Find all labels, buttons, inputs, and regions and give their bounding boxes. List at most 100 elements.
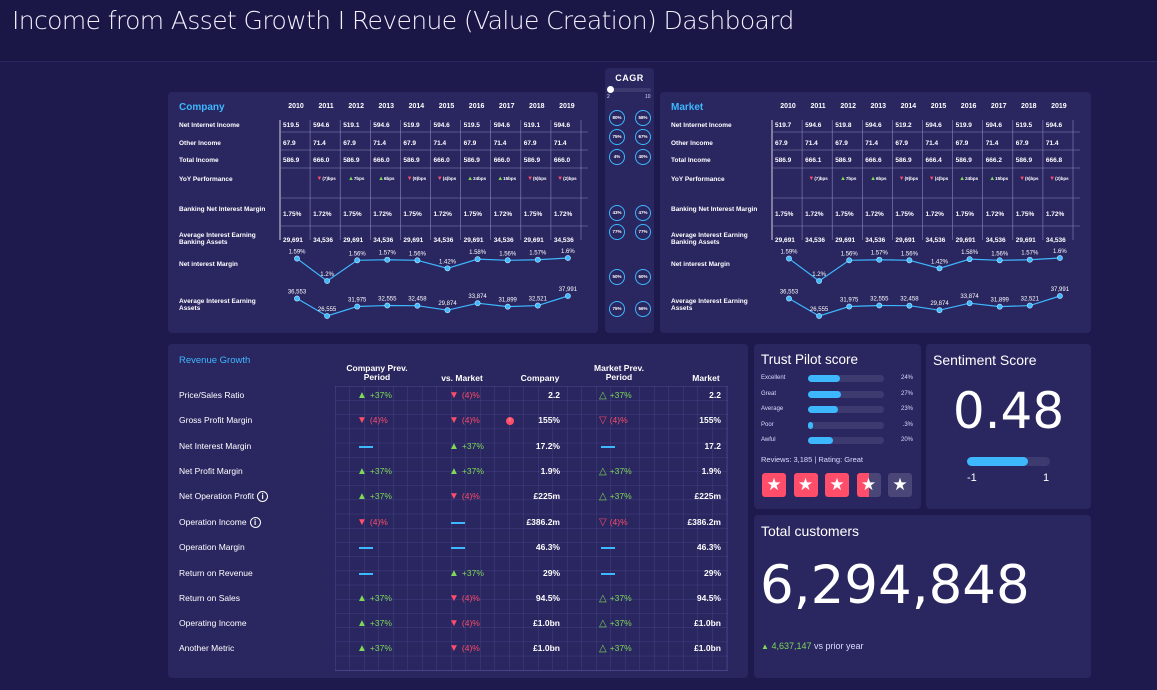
up-arrow-icon: ▲ — [761, 642, 769, 651]
year-header: 2013 — [870, 103, 887, 110]
data-point — [966, 300, 973, 307]
table-cell: 67.9 — [775, 140, 788, 147]
yoy-value: 6bps — [876, 176, 887, 181]
market-value: 1.9% — [701, 466, 721, 476]
table-cell: 586.9 — [955, 157, 972, 164]
company-value: 2.2 — [548, 390, 560, 400]
data-label: 1.42% — [931, 259, 949, 265]
change-indicator: ▲ +37% — [357, 593, 392, 604]
data-point — [1026, 256, 1033, 263]
cagr-circle: 4% — [609, 149, 625, 165]
cagr-slider-max: 10 — [645, 94, 651, 100]
company-aiea-chart-line — [296, 295, 569, 317]
yoy-label: YoY Performance — [671, 176, 725, 183]
down-triangle-icon: ▼ — [449, 415, 459, 426]
rating-label: Awful — [761, 437, 776, 443]
rating-bar — [808, 391, 884, 398]
change-indicator — [449, 517, 465, 527]
customers-value: 6,294,848 — [760, 555, 1030, 616]
change-value: +37% — [609, 593, 632, 603]
info-icon[interactable]: i — [249, 517, 261, 529]
data-label: 1.57% — [529, 251, 547, 257]
row-label: Other Income — [671, 140, 713, 147]
market-value: £386.2m — [687, 517, 721, 527]
data-label: 31,975 — [348, 298, 367, 304]
cagr-slider[interactable] — [607, 86, 651, 93]
yoy-cell: ▲7bps — [833, 176, 863, 182]
change-indicator — [599, 441, 615, 451]
metric-label-row: Gross Profit Margin — [179, 415, 252, 425]
trust-pilot-reviews: Reviews: 3,185 | Rating: Great — [761, 455, 863, 464]
flat-dash-icon — [601, 445, 615, 448]
info-icon[interactable]: i — [257, 491, 269, 503]
up-triangle-icon: ▲ — [449, 441, 459, 452]
table-cell: 1.72% — [985, 211, 1005, 218]
year-header: 2012 — [348, 103, 364, 110]
change-value: +37% — [369, 466, 392, 476]
yoy-value: 15bps — [995, 176, 1009, 181]
yoy-value: 24bps — [965, 176, 979, 181]
yoy-cell: ▲24bps — [462, 176, 492, 182]
data-point — [534, 302, 541, 309]
data-label: 32,458 — [900, 297, 919, 303]
sentiment-bar-fill — [967, 457, 1029, 466]
data-label: 33,874 — [468, 294, 487, 300]
change-value: (4)% — [461, 415, 480, 425]
table-cell: 1.72% — [805, 211, 824, 218]
data-label: 1.6% — [1053, 249, 1067, 255]
cagr-slider-handle[interactable] — [607, 86, 614, 93]
metric-label: Net Profit Margin — [179, 466, 243, 476]
table-cell: 666.2 — [985, 157, 1002, 164]
data-label: 1.58% — [961, 250, 979, 256]
data-label: 1.59% — [288, 250, 306, 256]
change-indicator: △ +37% — [599, 593, 632, 604]
change-indicator: ▲ +37% — [357, 643, 392, 654]
change-value: (4)% — [461, 390, 480, 400]
change-value: (4)% — [609, 517, 628, 527]
up-triangle-icon: △ — [599, 491, 607, 502]
year-header: 2015 — [438, 103, 455, 110]
yoy-cell: ▼(5)bps — [1014, 176, 1044, 182]
table-cell: 519.1 — [343, 122, 360, 129]
company-value: 94.5% — [535, 593, 560, 603]
market-aiea-chart: 36,553 26,555 31,975 32,555 32,458 29,874 33,8… — [780, 287, 1070, 319]
data-label: 1.42% — [439, 259, 457, 265]
rating-percent: 23% — [900, 406, 913, 412]
table-cell: 519.2 — [895, 122, 912, 129]
yoy-value: (4)bps — [442, 176, 457, 181]
year-header: 2014 — [408, 103, 425, 110]
star-icon: ★ — [856, 473, 881, 497]
metric-label: Return on Revenue — [179, 568, 253, 578]
year-header: 2013 — [378, 103, 395, 110]
row-label: Net Internet Income — [671, 122, 732, 129]
data-label: 1.56% — [499, 251, 517, 257]
table-cell: 71.4 — [865, 140, 878, 147]
table-cell: 666.0 — [493, 157, 510, 164]
data-label: 1.57% — [1021, 251, 1039, 257]
year-header: 2018 — [1021, 103, 1037, 110]
table-cell: 67.9 — [283, 140, 296, 147]
customers-delta: 4,637,147 — [771, 641, 812, 651]
metric-label-row: Another Metric — [179, 643, 234, 653]
market-value: 17.2 — [704, 441, 721, 451]
company-value: £225m — [533, 491, 560, 501]
table-cell: 666.1 — [805, 157, 822, 164]
table-cell: 519.9 — [403, 122, 420, 129]
rating-bar — [808, 422, 884, 429]
data-label: 32,521 — [1021, 297, 1040, 303]
data-label: 1.57% — [871, 251, 889, 257]
data-point — [996, 257, 1003, 264]
cagr-circle: 50% — [609, 269, 625, 285]
table-cell: 1.75% — [775, 211, 794, 218]
data-point — [786, 295, 792, 302]
rating-label: Average — [761, 406, 784, 412]
flat-dash-icon — [451, 521, 465, 524]
year-header: 2015 — [930, 103, 947, 110]
data-label: 1.56% — [409, 251, 427, 257]
table-cell: 586.9 — [523, 157, 541, 164]
company-value: 29% — [542, 568, 560, 578]
change-indicator: △ +37% — [599, 466, 632, 477]
year-header: 2011 — [318, 103, 334, 110]
year-header: 2010 — [780, 103, 796, 110]
change-value: +37% — [369, 593, 392, 603]
